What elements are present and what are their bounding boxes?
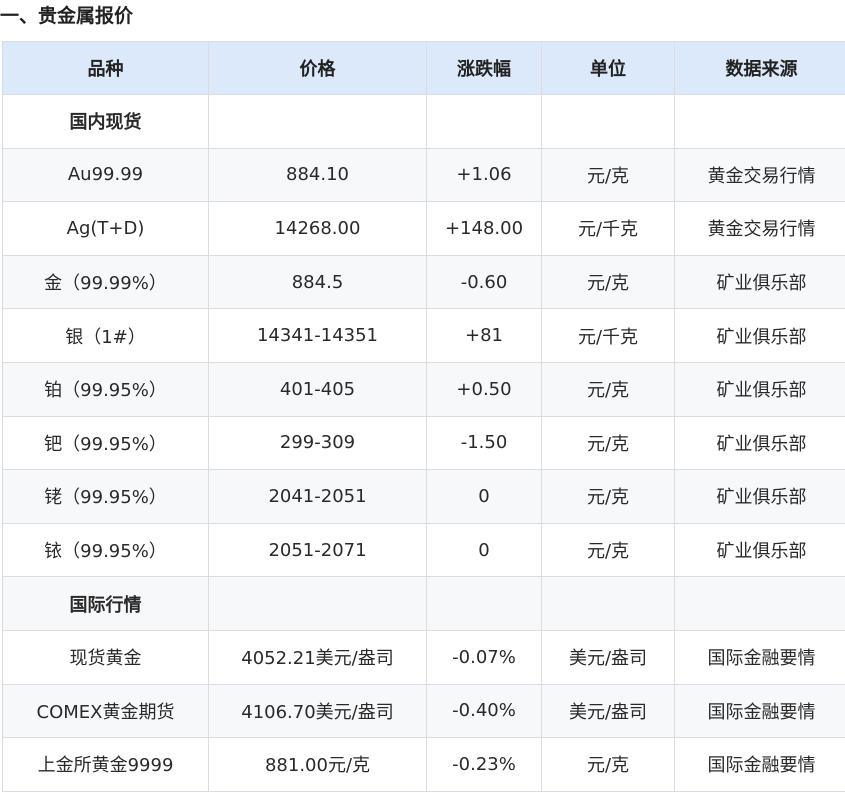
precious-metals-table-wrap: 品种 价格 涨跌幅 单位 数据来源 国内现货 Au99.99 884.10 +1…: [2, 41, 845, 792]
cell-change: +81: [427, 309, 542, 363]
empty-cell: [675, 95, 845, 149]
group-row: 国际行情: [3, 577, 845, 631]
cell-price: 14268.00: [209, 202, 427, 256]
cell-unit: 元/克: [542, 470, 675, 524]
cell-variety: 金（99.99%）: [3, 255, 209, 309]
cell-variety: 铑（99.95%）: [3, 470, 209, 524]
cell-unit: 元/千克: [542, 309, 675, 363]
cell-unit: 元/克: [542, 362, 675, 416]
table-header-row: 品种 价格 涨跌幅 单位 数据来源: [3, 42, 845, 95]
cell-change: 0: [427, 470, 542, 524]
cell-unit: 美元/盎司: [542, 630, 675, 684]
empty-cell: [675, 577, 845, 631]
cell-source: 矿业俱乐部: [675, 255, 845, 309]
table-row: 上金所黄金9999 881.00元/克 -0.23% 元/克 国际金融要情: [3, 738, 845, 792]
table-row: 钯（99.95%） 299-309 -1.50 元/克 矿业俱乐部: [3, 416, 845, 470]
table-row: 铑（99.95%） 2041-2051 0 元/克 矿业俱乐部: [3, 470, 845, 524]
table-row: 金（99.99%） 884.5 -0.60 元/克 矿业俱乐部: [3, 255, 845, 309]
empty-cell: [427, 95, 542, 149]
group-row: 国内现货: [3, 95, 845, 149]
table-row: COMEX黄金期货 4106.70美元/盎司 -0.40% 美元/盎司 国际金融…: [3, 684, 845, 738]
cell-price: 2051-2071: [209, 523, 427, 577]
cell-variety: 上金所黄金9999: [3, 738, 209, 792]
cell-change: +148.00: [427, 202, 542, 256]
header-variety: 品种: [3, 42, 209, 95]
cell-source: 矿业俱乐部: [675, 362, 845, 416]
table-row: 银（1#） 14341-14351 +81 元/千克 矿业俱乐部: [3, 309, 845, 363]
cell-unit: 元/克: [542, 738, 675, 792]
precious-metals-table: 品种 价格 涨跌幅 单位 数据来源 国内现货 Au99.99 884.10 +1…: [2, 41, 845, 792]
cell-price: 14341-14351: [209, 309, 427, 363]
table-row: Ag(T+D) 14268.00 +148.00 元/千克 黄金交易行情: [3, 202, 845, 256]
cell-variety: Ag(T+D): [3, 202, 209, 256]
cell-variety: 钯（99.95%）: [3, 416, 209, 470]
cell-source: 矿业俱乐部: [675, 523, 845, 577]
cell-unit: 美元/盎司: [542, 684, 675, 738]
header-change: 涨跌幅: [427, 42, 542, 95]
cell-unit: 元/克: [542, 416, 675, 470]
cell-variety: Au99.99: [3, 148, 209, 202]
cell-variety: 银（1#）: [3, 309, 209, 363]
cell-variety: 铱（99.95%）: [3, 523, 209, 577]
header-source: 数据来源: [675, 42, 845, 95]
cell-change: -1.50: [427, 416, 542, 470]
table-row: 铂（99.95%） 401-405 +0.50 元/克 矿业俱乐部: [3, 362, 845, 416]
cell-source: 国际金融要情: [675, 738, 845, 792]
cell-variety: 现货黄金: [3, 630, 209, 684]
table-body: 国内现货 Au99.99 884.10 +1.06 元/克 黄金交易行情 Ag(…: [3, 95, 845, 792]
cell-source: 矿业俱乐部: [675, 470, 845, 524]
empty-cell: [209, 95, 427, 149]
empty-cell: [209, 577, 427, 631]
cell-variety: COMEX黄金期货: [3, 684, 209, 738]
cell-price: 881.00元/克: [209, 738, 427, 792]
empty-cell: [427, 577, 542, 631]
cell-change: -0.40%: [427, 684, 542, 738]
table-row: 铱（99.95%） 2051-2071 0 元/克 矿业俱乐部: [3, 523, 845, 577]
cell-change: +1.06: [427, 148, 542, 202]
empty-cell: [542, 95, 675, 149]
cell-source: 国际金融要情: [675, 684, 845, 738]
cell-source: 国际金融要情: [675, 630, 845, 684]
cell-price: 2041-2051: [209, 470, 427, 524]
table-row: 现货黄金 4052.21美元/盎司 -0.07% 美元/盎司 国际金融要情: [3, 630, 845, 684]
cell-price: 401-405: [209, 362, 427, 416]
header-unit: 单位: [542, 42, 675, 95]
cell-source: 黄金交易行情: [675, 202, 845, 256]
header-price: 价格: [209, 42, 427, 95]
table-row: Au99.99 884.10 +1.06 元/克 黄金交易行情: [3, 148, 845, 202]
empty-cell: [542, 577, 675, 631]
cell-source: 黄金交易行情: [675, 148, 845, 202]
cell-change: +0.50: [427, 362, 542, 416]
cell-change: -0.60: [427, 255, 542, 309]
cell-unit: 元/克: [542, 255, 675, 309]
cell-unit: 元/克: [542, 148, 675, 202]
cell-price: 4106.70美元/盎司: [209, 684, 427, 738]
cell-change: -0.23%: [427, 738, 542, 792]
cell-change: -0.07%: [427, 630, 542, 684]
group-label: 国内现货: [3, 95, 209, 149]
cell-price: 884.5: [209, 255, 427, 309]
group-label: 国际行情: [3, 577, 209, 631]
cell-source: 矿业俱乐部: [675, 309, 845, 363]
cell-price: 884.10: [209, 148, 427, 202]
cell-source: 矿业俱乐部: [675, 416, 845, 470]
cell-price: 4052.21美元/盎司: [209, 630, 427, 684]
cell-unit: 元/千克: [542, 202, 675, 256]
cell-unit: 元/克: [542, 523, 675, 577]
section-title: 一、贵金属报价: [0, 0, 133, 34]
cell-change: 0: [427, 523, 542, 577]
cell-price: 299-309: [209, 416, 427, 470]
cell-variety: 铂（99.95%）: [3, 362, 209, 416]
